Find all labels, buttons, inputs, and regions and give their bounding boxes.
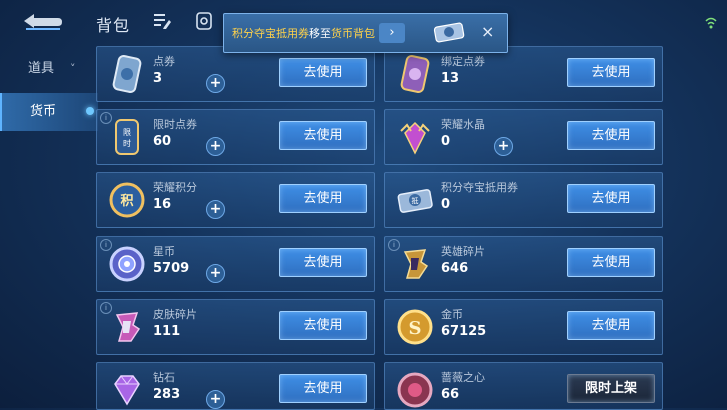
bound-coupon-card-icon [400, 55, 430, 93]
limited-coupon-icon: 限 时 [115, 119, 139, 155]
rose-heart-icon [397, 372, 433, 408]
currency-card-skin-fragment: i 皮肤碎片 111 去使用 [96, 299, 375, 355]
item-name: 限时点券 [153, 118, 197, 131]
item-name: 皮肤碎片 [153, 308, 197, 321]
icon-label: 时 [123, 138, 131, 148]
page-title: 背包 [96, 16, 131, 35]
item-count: 0 [441, 134, 451, 149]
currency-card-diamond: 钻石 283 + 去使用 [96, 362, 375, 410]
gold-coin-icon: S [397, 309, 433, 345]
item-count: 13 [441, 71, 460, 86]
item-name: 积分夺宝抵用券 [441, 181, 518, 194]
back-arrow-icon[interactable] [20, 10, 64, 32]
hero-fragment-icon [403, 249, 429, 279]
use-button[interactable]: 去使用 [279, 374, 367, 403]
use-button[interactable]: 去使用 [567, 311, 655, 340]
item-name: 星币 [153, 245, 175, 258]
item-count: 3 [153, 71, 163, 86]
currency-card-star-coin: i 星币 5709 + 去使用 [96, 236, 375, 292]
toast-item-name: 积分夺宝抵用券 [232, 27, 309, 40]
item-count: 0 [441, 197, 451, 212]
chevron-right-icon[interactable]: › [379, 23, 405, 43]
use-button[interactable]: 去使用 [279, 248, 367, 277]
item-name: 绑定点券 [441, 55, 485, 68]
item-count: 646 [441, 261, 469, 276]
use-button[interactable]: 去使用 [567, 184, 655, 213]
currency-card-bound-coupon: 绑定点券 13 去使用 [384, 46, 663, 102]
lottery-ticket-icon: 抵 [397, 189, 433, 213]
item-name: 蔷薇之心 [441, 371, 485, 384]
item-count: 16 [153, 197, 172, 212]
use-button[interactable]: 去使用 [567, 121, 655, 150]
settings-square-icon[interactable] [194, 11, 214, 31]
icon-label: 抵 [412, 196, 419, 205]
item-name: 荣耀水晶 [441, 118, 485, 131]
add-button[interactable]: + [206, 264, 225, 283]
currency-card-lottery-ticket: 抵 积分夺宝抵用券 0 去使用 [384, 172, 663, 228]
item-name: 荣耀积分 [153, 181, 197, 194]
toast-destination: 货币背包 [331, 27, 375, 40]
currency-card-glory-points: 积 荣耀积分 16 + 去使用 [96, 172, 375, 228]
close-icon[interactable]: × [481, 22, 494, 41]
star-coin-icon [109, 246, 145, 282]
currency-card-gold-coin: S 金币 67125 去使用 [384, 299, 663, 355]
move-notification-toast: 积分夺宝抵用券移至货币背包 › × [223, 13, 508, 53]
use-button[interactable]: 去使用 [279, 184, 367, 213]
chevron-down-icon: ˅ [70, 62, 76, 75]
item-name: 英雄碎片 [441, 245, 485, 258]
add-button[interactable]: + [206, 390, 225, 409]
add-button[interactable]: + [206, 137, 225, 156]
use-button[interactable]: 去使用 [567, 248, 655, 277]
selection-dot-icon [86, 107, 94, 115]
lottery-ticket-icon [433, 22, 465, 43]
edit-list-icon[interactable] [152, 11, 172, 31]
wifi-signal-icon [705, 17, 717, 29]
glory-crystal-icon [400, 121, 430, 155]
item-name: 金币 [441, 308, 463, 321]
item-count: 283 [153, 387, 181, 402]
toast-verb: 移至 [309, 27, 331, 40]
sidebar-item-props[interactable]: 道具 ˅ [0, 50, 96, 88]
icon-label: 限 [123, 128, 131, 137]
item-count: 60 [153, 134, 172, 149]
currency-card-glory-crystal: 荣耀水晶 0 + 去使用 [384, 109, 663, 165]
add-button[interactable]: + [206, 74, 225, 93]
icon-label: S [409, 318, 422, 339]
currency-card-hero-fragment: i 英雄碎片 646 去使用 [384, 236, 663, 292]
item-name: 钻石 [153, 371, 175, 384]
sidebar-item-currency[interactable]: 货币 [0, 93, 98, 131]
item-count: 67125 [441, 324, 487, 339]
item-name: 点券 [153, 55, 175, 68]
item-count: 111 [153, 324, 181, 339]
item-count: 66 [441, 387, 460, 402]
coupon-card-icon [112, 55, 142, 93]
skin-fragment-icon [115, 312, 141, 342]
currency-card-rose-heart: 蔷薇之心 66 限时上架 [384, 362, 663, 410]
toast-message: 积分夺宝抵用券移至货币背包 [232, 25, 375, 41]
glory-points-icon: 积 [109, 182, 145, 218]
currency-card-limited-coupon: i 限 时 限时点券 60 + 去使用 [96, 109, 375, 165]
icon-label: 积 [120, 193, 133, 209]
currency-card-coupon: 点券 3 + 去使用 [96, 46, 375, 102]
sidebar: 道具 ˅ 货币 [0, 46, 98, 408]
sidebar-item-label: 货币 [30, 104, 57, 119]
item-count: 5709 [153, 261, 190, 276]
use-button[interactable]: 去使用 [279, 311, 367, 340]
add-button[interactable]: + [206, 200, 225, 219]
diamond-icon [114, 375, 140, 406]
use-button[interactable]: 去使用 [279, 58, 367, 87]
add-button[interactable]: + [494, 137, 513, 156]
limited-sale-button[interactable]: 限时上架 [567, 374, 655, 403]
use-button[interactable]: 去使用 [567, 58, 655, 87]
sidebar-item-label: 道具 [28, 61, 55, 76]
use-button[interactable]: 去使用 [279, 121, 367, 150]
